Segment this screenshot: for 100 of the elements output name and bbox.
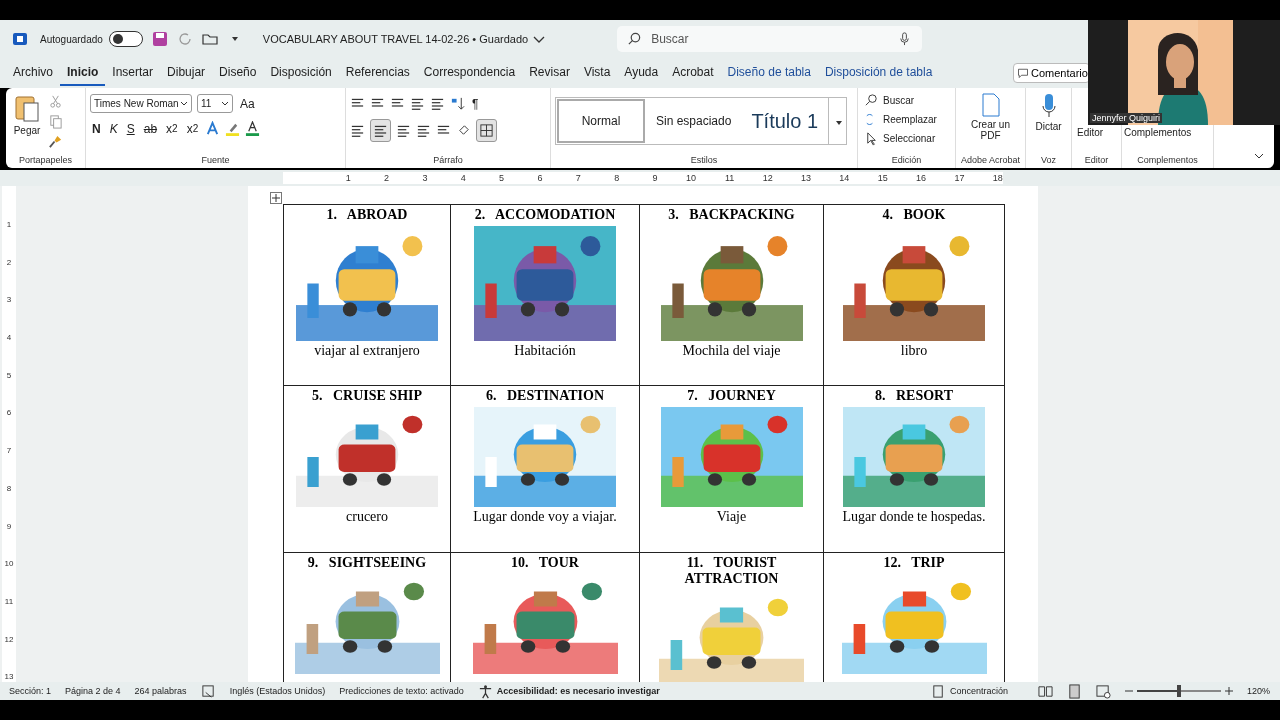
proofing-icon[interactable] xyxy=(200,683,216,699)
menu-tab[interactable]: Correspondencia xyxy=(416,60,523,86)
menu-tab[interactable]: Vista xyxy=(576,60,618,86)
document-icon xyxy=(979,93,1002,117)
menu-tab[interactable]: Diseño de tabla xyxy=(720,60,818,86)
language-indicator[interactable]: Inglés (Estados Unidos) xyxy=(229,686,326,696)
term-heading: 10. TOUR xyxy=(510,555,580,571)
folder-icon[interactable] xyxy=(201,31,218,47)
menu-tab[interactable]: Acrobat xyxy=(665,60,721,86)
shading-icon[interactable] xyxy=(456,123,471,138)
highlighter-icon[interactable] xyxy=(225,121,241,136)
page-indicator[interactable]: Página 2 de 4 xyxy=(65,686,121,696)
menu-tab[interactable]: Inicio xyxy=(60,60,106,86)
save-icon[interactable] xyxy=(151,31,168,47)
menu-tab[interactable]: Insertar xyxy=(105,60,161,86)
accessibility-icon[interactable] xyxy=(477,683,493,699)
style-option[interactable]: Título 1 xyxy=(741,98,829,144)
menu-tab[interactable]: Dibujar xyxy=(160,60,213,86)
collapse-ribbon-icon[interactable] xyxy=(1254,152,1264,160)
menu-tab[interactable]: Diseño xyxy=(212,60,264,86)
translation-text: Lugar donde voy a viajar. xyxy=(473,509,617,525)
ruler-number: 3 xyxy=(6,294,12,307)
style-option[interactable]: Sin espaciado xyxy=(646,98,742,144)
ruler-number: 5 xyxy=(498,173,505,183)
create-pdf-button[interactable]: Crear un PDF xyxy=(967,91,1014,143)
term-heading: 8. RESORT xyxy=(873,388,955,404)
menu-tab[interactable]: Revisar xyxy=(522,60,577,86)
pointer-icon xyxy=(864,131,879,146)
translation-text: Habitación xyxy=(514,343,576,359)
ruler-number: 15 xyxy=(876,173,888,183)
term-heading: 5. CRUISE SHIP xyxy=(310,388,424,404)
text-effects-icon[interactable] xyxy=(205,121,221,136)
ruler-number: 16 xyxy=(915,173,927,183)
font-size-field[interactable]: 11 xyxy=(197,94,233,113)
ruler-number: 18 xyxy=(991,173,1003,183)
paste-button[interactable]: Pegar xyxy=(10,91,44,138)
word-count[interactable]: 264 palabras xyxy=(134,686,187,696)
ruler-number: 13 xyxy=(800,173,811,183)
focus-button[interactable]: Concentración xyxy=(949,686,1008,696)
align-left-icon[interactable] xyxy=(350,123,365,138)
style-option[interactable]: Normal xyxy=(556,98,646,144)
menu-tab[interactable]: Disposición de tabla xyxy=(817,60,940,86)
term-heading: 2. ACCOMODATION xyxy=(473,207,617,223)
font-family-field[interactable]: Times New Roman xyxy=(90,94,192,113)
translation-text: libro xyxy=(900,343,928,359)
search-icon xyxy=(864,93,879,108)
table-move-handle[interactable] xyxy=(270,192,282,204)
translation-text: Viaje xyxy=(716,509,747,525)
ruler-number: 1 xyxy=(6,219,12,231)
format-button[interactable]: K xyxy=(107,119,120,138)
format-button[interactable]: S xyxy=(124,119,137,138)
editing-button[interactable]: Seleccionar xyxy=(862,130,938,147)
justify-icon[interactable] xyxy=(416,123,431,138)
ruler-number: 2 xyxy=(383,173,390,183)
translation-text: crucero xyxy=(346,509,388,525)
editing-button[interactable]: Reemplazar xyxy=(862,111,939,128)
chevron-icon xyxy=(221,100,229,107)
term-heading: 6. DESTINATION xyxy=(485,388,605,404)
ruler-number: 14 xyxy=(838,173,850,183)
search-field[interactable]: Buscar xyxy=(617,26,923,52)
borders-button[interactable] xyxy=(476,119,497,142)
word-icon[interactable] xyxy=(12,31,28,47)
ruler-number: 13 xyxy=(4,671,14,682)
menu-tab[interactable]: Archivo xyxy=(6,60,60,86)
editor-button[interactable]: Editor xyxy=(1077,127,1104,138)
case-button[interactable]: Aa xyxy=(238,94,257,113)
section-indicator[interactable]: Sección: 1 xyxy=(9,686,52,696)
zoom-out-icon[interactable] xyxy=(1124,687,1133,695)
ruler-number: 11 xyxy=(723,173,735,183)
brush-icon[interactable] xyxy=(48,134,63,149)
web-layout-icon[interactable] xyxy=(1095,683,1111,699)
term-heading: 12. TRIP xyxy=(882,555,946,571)
pilcrow-button[interactable]: ¶ xyxy=(470,94,481,113)
dictate-button[interactable]: Dictar xyxy=(1032,91,1065,134)
ruler-number: 10 xyxy=(684,173,696,183)
zoom-level[interactable]: 120% xyxy=(1246,686,1270,696)
format-button[interactable]: N xyxy=(90,119,103,138)
add-ins-button[interactable]: Complementos xyxy=(1124,127,1192,138)
print-layout-icon[interactable] xyxy=(1066,683,1082,699)
group-label: Fuente xyxy=(200,155,231,167)
align-right-icon[interactable] xyxy=(396,123,411,138)
format-button[interactable]: ab xyxy=(141,119,160,138)
term-heading: 11. TOURIST ATTRACTION xyxy=(683,555,780,587)
focus-icon[interactable] xyxy=(930,683,946,699)
menu-tab[interactable]: Ayuda xyxy=(617,60,666,86)
read-mode-icon[interactable] xyxy=(1037,683,1053,699)
accessibility-indicator[interactable]: Accesibilidad: es necesario investigar xyxy=(496,686,660,696)
editing-button[interactable]: Buscar xyxy=(862,92,917,109)
autosave-label: Autoguardado xyxy=(40,33,103,45)
group-label: Editor xyxy=(1083,155,1110,167)
sort-icon[interactable] xyxy=(450,96,465,111)
font-color-icon[interactable] xyxy=(245,121,261,136)
translation-text: Lugar donde te hospedas. xyxy=(842,509,986,525)
menu-tab[interactable]: Referencias xyxy=(338,60,417,86)
document-title[interactable]: VOCABULARY ABOUT TRAVEL 14-02-26 • Guardado xyxy=(262,33,529,45)
menu-tab[interactable]: Disposición xyxy=(263,60,339,86)
predictions-indicator[interactable]: Predicciones de texto: activado xyxy=(339,686,464,696)
comments-button[interactable]: Comentario xyxy=(1013,63,1090,83)
zoom-in-icon[interactable] xyxy=(1224,687,1233,695)
autosave-toggle[interactable] xyxy=(108,31,143,47)
